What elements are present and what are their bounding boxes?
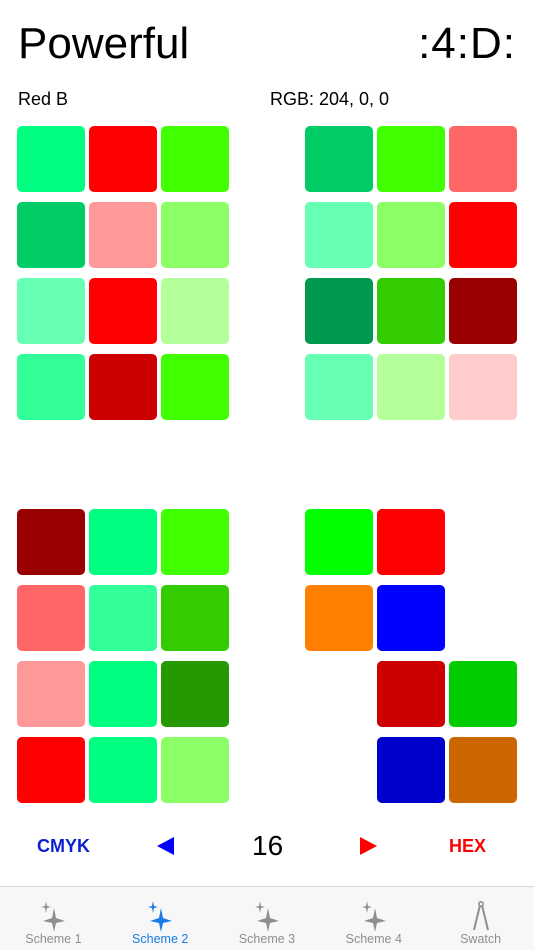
color-swatch[interactable] <box>161 585 229 651</box>
color-swatch[interactable] <box>377 278 445 344</box>
color-swatch[interactable] <box>377 585 445 651</box>
color-swatch[interactable] <box>17 202 85 268</box>
color-swatch[interactable] <box>161 354 229 420</box>
color-swatch[interactable] <box>17 509 85 575</box>
empty-swatch-slot <box>449 585 517 651</box>
color-swatch[interactable] <box>17 126 85 192</box>
control-bar: CMYK 16 HEX <box>0 826 534 866</box>
page-title: Powerful <box>18 19 190 68</box>
tab-bar: Scheme 1 Scheme 2 Scheme 3 Scheme 4 Swat… <box>0 886 534 950</box>
color-name-label: Red B <box>18 89 69 109</box>
color-swatch[interactable] <box>161 202 229 268</box>
color-swatch[interactable] <box>161 737 229 803</box>
color-swatch[interactable] <box>449 354 517 420</box>
color-swatch[interactable] <box>305 278 373 344</box>
color-swatch[interactable] <box>449 202 517 268</box>
color-swatch[interactable] <box>449 278 517 344</box>
swatch-grid-bottom-right <box>305 509 517 803</box>
color-swatch[interactable] <box>17 354 85 420</box>
color-swatch[interactable] <box>305 509 373 575</box>
scheme-count: 16 <box>252 830 284 861</box>
color-swatch[interactable] <box>449 126 517 192</box>
compass-icon <box>472 900 489 931</box>
color-swatch[interactable] <box>89 509 157 575</box>
color-swatch[interactable] <box>89 202 157 268</box>
color-swatch[interactable] <box>377 354 445 420</box>
sparkle-icon <box>254 901 279 932</box>
tab-scheme-3[interactable]: Scheme 3 <box>214 887 321 950</box>
color-swatch[interactable] <box>305 202 373 268</box>
color-swatch[interactable] <box>161 126 229 192</box>
color-swatch[interactable] <box>305 585 373 651</box>
color-swatch[interactable] <box>89 737 157 803</box>
color-swatch[interactable] <box>17 661 85 727</box>
color-swatch[interactable] <box>89 661 157 727</box>
color-swatch[interactable] <box>161 661 229 727</box>
swatch-grid-top-right <box>305 126 517 420</box>
color-swatch[interactable] <box>89 278 157 344</box>
tab-swatch[interactable]: Swatch <box>427 887 534 950</box>
color-swatch[interactable] <box>305 354 373 420</box>
color-swatch[interactable] <box>17 585 85 651</box>
tab-scheme-2[interactable]: Scheme 2 <box>107 887 214 950</box>
color-swatch[interactable] <box>305 126 373 192</box>
color-swatch[interactable] <box>377 737 445 803</box>
color-swatch[interactable] <box>17 278 85 344</box>
empty-swatch-slot <box>449 509 517 575</box>
tab-label: Scheme 1 <box>25 932 82 946</box>
tab-label: Scheme 2 <box>132 932 189 946</box>
color-swatch[interactable] <box>89 354 157 420</box>
color-swatch[interactable] <box>377 661 445 727</box>
tab-label: Swatch <box>460 932 502 946</box>
sparkle-icon <box>41 901 66 932</box>
cmyk-button[interactable]: CMYK <box>37 836 90 857</box>
color-swatch[interactable] <box>89 585 157 651</box>
color-swatch[interactable] <box>449 737 517 803</box>
color-swatch[interactable] <box>17 737 85 803</box>
swatch-grid-top-left <box>17 126 229 420</box>
sparkle-icon <box>361 901 386 932</box>
app-logo: :4:D: <box>418 19 516 68</box>
next-arrow-icon[interactable] <box>360 837 377 855</box>
swatch-grid-bottom-left <box>17 509 229 803</box>
hex-button[interactable]: HEX <box>449 836 486 857</box>
color-swatch[interactable] <box>161 278 229 344</box>
sparkle-icon <box>148 901 173 932</box>
rgb-value-label: RGB: 204, 0, 0 <box>270 89 390 109</box>
tab-scheme-1[interactable]: Scheme 1 <box>0 887 107 950</box>
color-swatch[interactable] <box>377 126 445 192</box>
color-swatch[interactable] <box>377 509 445 575</box>
color-swatch[interactable] <box>161 509 229 575</box>
empty-swatch-slot <box>305 737 373 803</box>
color-swatch[interactable] <box>89 126 157 192</box>
previous-arrow-icon[interactable] <box>157 837 174 855</box>
tab-label: Scheme 4 <box>345 932 402 946</box>
tab-scheme-4[interactable]: Scheme 4 <box>320 887 427 950</box>
color-swatch[interactable] <box>377 202 445 268</box>
tab-label: Scheme 3 <box>238 932 296 946</box>
empty-swatch-slot <box>305 661 373 727</box>
color-swatch[interactable] <box>449 661 517 727</box>
